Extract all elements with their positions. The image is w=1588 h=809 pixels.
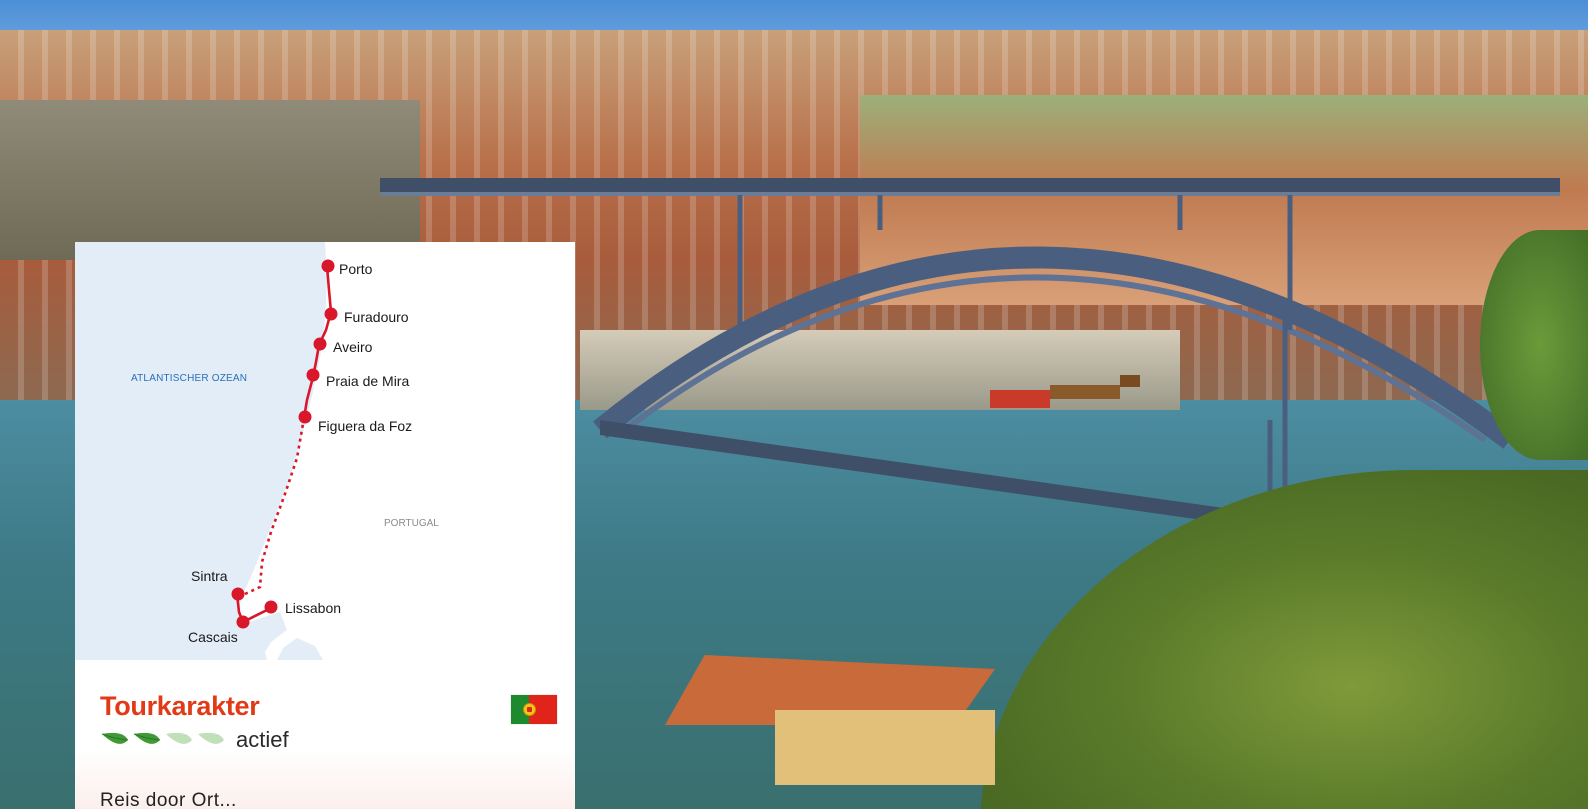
difficulty-rating: [101, 732, 225, 752]
tour-info-card: ATLANTISCHER OZEAN PORTUGAL Porto Furado…: [75, 242, 575, 809]
city-label-sintra: Sintra: [191, 568, 228, 584]
tour-description-snippet: Reis door Ort...: [100, 790, 237, 809]
city-label-furadouro: Furadouro: [344, 309, 409, 325]
city-label-praia-de-mira: Praia de Mira: [326, 373, 410, 389]
city-label-cascais: Cascais: [188, 629, 238, 645]
tour-character-section: Tourkarakter actief Reis door Ort...: [75, 660, 575, 809]
portugal-flag-icon: [511, 695, 557, 724]
leaf-icon-empty: [198, 732, 224, 744]
map-marker-furadouro: [324, 307, 338, 321]
map-marker-praia-de-mira: [306, 368, 320, 382]
map-marker-porto: [321, 259, 335, 273]
map-marker-cascais: [236, 615, 250, 629]
country-label: PORTUGAL: [384, 518, 439, 529]
leaf-icon-filled: [101, 732, 129, 744]
ocean-label: ATLANTISCHER OZEAN: [131, 373, 248, 384]
house-rooftop: [665, 655, 995, 785]
city-label-porto: Porto: [339, 261, 373, 277]
tour-character-title: Tourkarakter: [100, 691, 260, 721]
leaf-icon-empty: [166, 732, 192, 744]
city-label-figuera-da-foz: Figuera da Foz: [318, 418, 413, 434]
route-map: ATLANTISCHER OZEAN PORTUGAL Porto Furado…: [75, 242, 575, 660]
difficulty-level-label: actief: [236, 727, 289, 752]
city-label-aveiro: Aveiro: [333, 339, 373, 355]
map-marker-lissabon: [264, 600, 278, 614]
city-label-lissabon: Lissabon: [285, 600, 342, 616]
map-marker-sintra: [231, 587, 245, 601]
map-marker-aveiro: [313, 337, 327, 351]
map-marker-figuera-da-foz: [298, 410, 312, 424]
map-graphic: [75, 242, 338, 660]
tree: [1480, 230, 1588, 460]
leaf-icon-filled: [133, 732, 161, 744]
